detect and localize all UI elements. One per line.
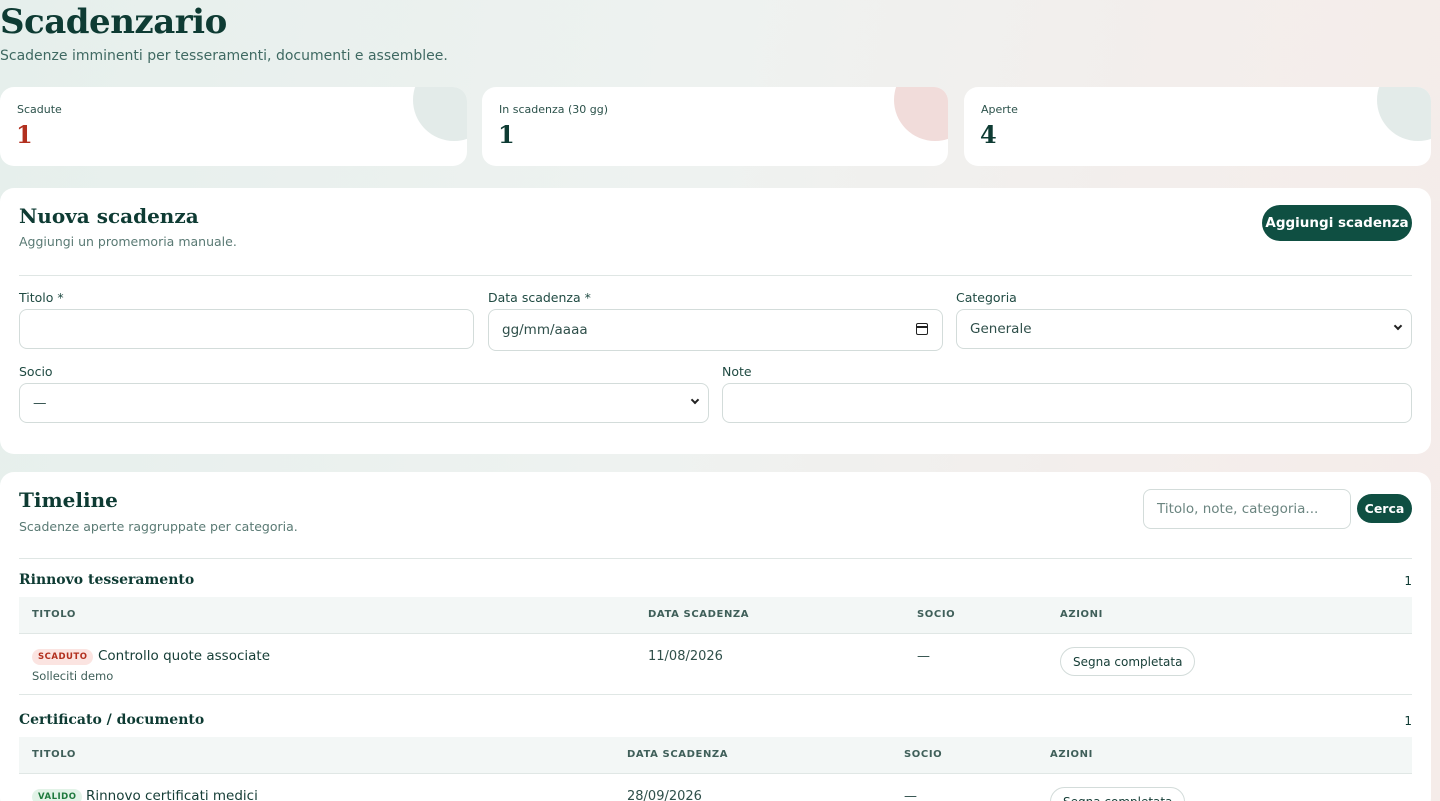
- stat-value: 1: [16, 120, 33, 149]
- decorative-circle: [413, 87, 467, 141]
- divider: [19, 275, 1412, 276]
- table-header: TITOLO DATA SCADENZA SOCIO AZIONI: [19, 737, 1412, 774]
- notes-input[interactable]: [722, 383, 1412, 423]
- group-count: 1: [1404, 714, 1412, 728]
- table-row: VALIDO Rinnovo certificati medici 28/09/…: [19, 775, 1412, 801]
- column-header-member: SOCIO: [904, 749, 943, 760]
- row-member: —: [917, 649, 930, 664]
- row-title: Controllo quote associate: [98, 648, 271, 664]
- row-title: Rinnovo certificati medici: [86, 788, 258, 801]
- member-label: Socio: [19, 364, 53, 379]
- calendar-icon[interactable]: [916, 323, 928, 335]
- column-header-actions: AZIONI: [1060, 609, 1103, 620]
- card-subtitle: Scadenze aperte raggruppate per categori…: [19, 519, 298, 534]
- title-input[interactable]: [19, 309, 474, 349]
- stat-label: Aperte: [981, 103, 1018, 116]
- group-title: Rinnovo tesseramento: [19, 572, 195, 588]
- decorative-circle: [1377, 87, 1431, 141]
- stat-label: Scadute: [17, 103, 62, 116]
- page-subtitle: Scadenze imminenti per tesseramenti, doc…: [0, 48, 448, 64]
- category-label: Categoria: [956, 290, 1017, 305]
- row-date: 28/09/2026: [627, 789, 702, 801]
- date-label: Data scadenza *: [488, 290, 591, 305]
- card-subtitle: Aggiungi un promemoria manuale.: [19, 234, 237, 249]
- column-header-title: TITOLO: [32, 749, 76, 760]
- search-input[interactable]: Titolo, note, categoria...: [1143, 489, 1351, 529]
- status-badge: SCADUTO: [32, 649, 94, 665]
- column-header-member: SOCIO: [917, 609, 956, 620]
- card-title: Nuova scadenza: [19, 204, 199, 228]
- mark-completed-button[interactable]: Segna completata: [1050, 787, 1186, 801]
- chevron-down-icon: [1393, 321, 1403, 331]
- date-input[interactable]: gg/mm/aaaa: [488, 309, 943, 351]
- add-deadline-button[interactable]: Aggiungi scadenza: [1262, 205, 1412, 241]
- group-count: 1: [1404, 574, 1412, 588]
- row-member: —: [904, 789, 917, 801]
- page-title: Scadenzario: [0, 2, 227, 42]
- mark-completed-button[interactable]: Segna completata: [1060, 647, 1196, 676]
- status-badge: VALIDO: [32, 789, 83, 801]
- column-header-date: DATA SCADENZA: [648, 609, 750, 620]
- date-placeholder: gg/mm/aaaa: [502, 322, 588, 338]
- member-select[interactable]: —: [19, 383, 709, 423]
- stat-card-aperte: Aperte 4: [964, 87, 1431, 166]
- stat-label: In scadenza (30 gg): [499, 103, 609, 116]
- chevron-down-icon: [690, 395, 700, 405]
- table-row: SCADUTO Controllo quote associate Sollec…: [19, 635, 1412, 695]
- new-deadline-card: Nuova scadenza Aggiungi un promemoria ma…: [0, 188, 1431, 454]
- member-value: —: [33, 395, 47, 411]
- row-note: Solleciti demo: [32, 669, 114, 683]
- title-label: Titolo *: [19, 290, 64, 305]
- column-header-actions: AZIONI: [1050, 749, 1093, 760]
- stat-card-scadute: Scadute 1: [0, 87, 467, 166]
- column-header-date: DATA SCADENZA: [627, 749, 729, 760]
- divider: [19, 558, 1412, 559]
- category-value: Generale: [970, 321, 1032, 337]
- table-header: TITOLO DATA SCADENZA SOCIO AZIONI: [19, 597, 1412, 634]
- column-header-title: TITOLO: [32, 609, 76, 620]
- category-select[interactable]: Generale: [956, 309, 1412, 349]
- search-button[interactable]: Cerca: [1357, 494, 1412, 523]
- decorative-circle: [894, 87, 948, 141]
- row-date: 11/08/2026: [648, 649, 723, 664]
- stat-value: 4: [980, 120, 997, 149]
- card-title: Timeline: [19, 488, 118, 512]
- stat-card-in-scadenza: In scadenza (30 gg) 1: [482, 87, 948, 166]
- group-title: Certificato / documento: [19, 712, 205, 728]
- timeline-card: Timeline Scadenze aperte raggruppate per…: [0, 472, 1431, 801]
- stat-value: 1: [498, 120, 515, 149]
- notes-label: Note: [722, 364, 752, 379]
